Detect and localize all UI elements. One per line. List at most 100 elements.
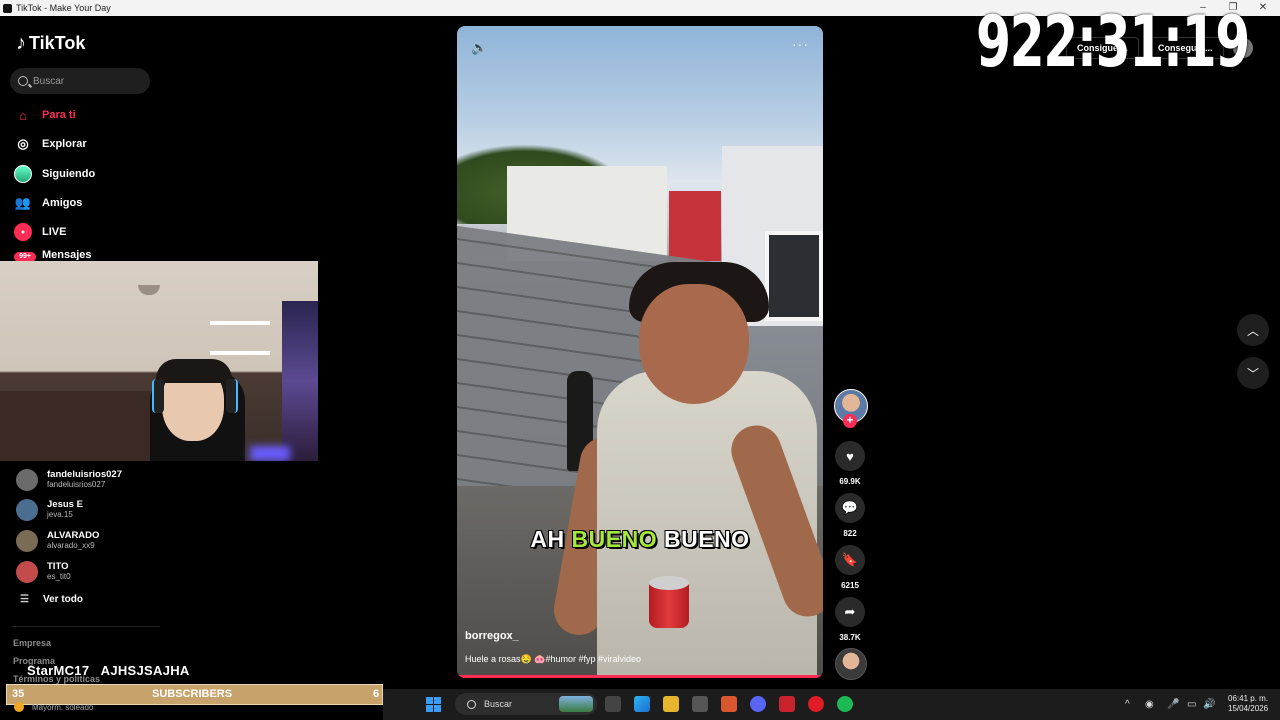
sidebar-item-explorar[interactable]: ◎ Explorar: [14, 133, 87, 155]
caption-word: AH: [530, 526, 565, 552]
following-name: fandeluisrios027: [47, 469, 122, 480]
stream-timer: 922:31:19: [976, 1, 1250, 83]
music-disc-avatar[interactable]: [835, 648, 867, 680]
following-name: ALVARADO: [47, 530, 100, 541]
chevron-up-icon: ︿: [1246, 323, 1259, 338]
video-progress-bar[interactable]: [457, 675, 823, 678]
chat-username: StarMC17: [27, 663, 90, 678]
following-username: alvarado_xx9: [47, 541, 95, 550]
clock-time: 06:41 p. m.: [1228, 694, 1269, 703]
avatar: [16, 561, 38, 583]
sidebar-item-live[interactable]: ● LIVE: [14, 221, 66, 243]
previous-video-button[interactable]: ︿: [1237, 314, 1269, 346]
like-button[interactable]: ♥ 69.9K: [834, 441, 866, 486]
following-item[interactable]: Jesus E jeva.15: [16, 496, 83, 524]
save-button[interactable]: 🔖 6215: [834, 545, 866, 590]
comment-count: 822: [843, 529, 857, 538]
sidebar-item-label: Amigos: [42, 197, 83, 209]
avatar: [16, 499, 38, 521]
spotify-icon[interactable]: [837, 696, 853, 712]
share-icon: ➦: [835, 597, 865, 627]
app-icon[interactable]: [721, 696, 737, 712]
chevron-up-icon[interactable]: ^: [1125, 699, 1130, 710]
more-options-icon[interactable]: ···: [792, 36, 809, 52]
tiktok-logo[interactable]: ♪ TikTok: [16, 32, 85, 55]
avatar-icon: [14, 165, 32, 183]
search-icon: [467, 699, 476, 709]
friends-icon: 👥: [14, 195, 32, 210]
search-placeholder: Buscar: [33, 75, 65, 87]
task-view-icon[interactable]: [605, 696, 621, 712]
see-all-label: Ver todo: [42, 594, 83, 605]
following-username: fandeluisrios027: [47, 480, 106, 489]
sidebar-item-label: Para ti: [42, 109, 76, 121]
see-all-button[interactable]: ☰ Ver todo: [20, 594, 83, 605]
clock-date: 15/04/2026: [1228, 704, 1269, 713]
chevron-down-icon: ﹀: [1246, 366, 1259, 381]
footer-link-empresa[interactable]: Empresa: [13, 638, 51, 648]
sidebar-item-siguiendo[interactable]: Siguiendo: [14, 163, 95, 185]
chat-message: StarMC17 AJHSJSAJHA: [27, 663, 190, 678]
live-icon: ●: [14, 223, 32, 241]
microphone-icon[interactable]: 🎤: [1167, 699, 1179, 710]
sidebar-item-amigos[interactable]: 👥 Amigos: [14, 192, 82, 214]
sidebar-item-label: LIVE: [42, 226, 67, 238]
following-name: TITO: [47, 561, 69, 572]
discord-icon[interactable]: [750, 696, 766, 712]
sidebar-item-para-ti[interactable]: ⌂ Para ti: [14, 104, 76, 126]
subs-label: SUBSCRIBERS: [152, 688, 233, 700]
volume-icon[interactable]: 🔈: [471, 40, 487, 56]
video-author[interactable]: borregox_: [465, 630, 519, 642]
close-icon[interactable]: ✕: [1248, 0, 1278, 16]
edge-icon[interactable]: [634, 696, 650, 712]
opera-icon[interactable]: [808, 696, 824, 712]
share-count: 38.7K: [839, 633, 861, 642]
video-description: Huele a rosas🤤 🐽#humor #fyp #viralvideo: [465, 654, 641, 664]
bookmark-icon: 🔖: [835, 545, 865, 575]
following-item[interactable]: TITO es_tit0: [16, 558, 71, 586]
volume-icon[interactable]: 🔊: [1203, 699, 1215, 710]
avatar: [16, 469, 38, 491]
following-item[interactable]: fandeluisrios027 fandeluisrios027: [16, 466, 122, 494]
comment-button[interactable]: 💬 822: [834, 493, 866, 538]
window-title: TikTok - Make Your Day: [16, 3, 111, 13]
lamp: [138, 285, 160, 295]
like-count: 69.9K: [839, 477, 861, 486]
following-item[interactable]: ALVARADO alvarado_xx9: [16, 527, 99, 555]
store-icon[interactable]: [692, 696, 708, 712]
avatar: [16, 530, 38, 552]
divider: [12, 626, 160, 627]
search-input[interactable]: Buscar: [10, 68, 150, 94]
compass-icon: ◎: [17, 136, 29, 151]
windows-start-icon[interactable]: [426, 697, 441, 712]
tray-app-icon[interactable]: ◉: [1145, 699, 1154, 710]
sun-icon: [14, 702, 24, 712]
following-name: Jesus E: [47, 499, 83, 510]
weather-widget[interactable]: Mayorm. soleado: [14, 702, 93, 712]
follow-plus-icon[interactable]: +: [843, 414, 857, 428]
video-player[interactable]: AH BUENO BUENO 🔈 ··· borregox_ Huele a r…: [457, 26, 823, 678]
logo-text: TikTok: [29, 33, 86, 53]
windows-taskbar: Buscar ^ ◉ 🎤 ▭ 🔊 06:41 p. m. 15/04/2026: [383, 689, 1280, 720]
taskbar-search-label: Buscar: [484, 699, 513, 709]
heart-icon: ♥: [835, 441, 865, 471]
search-highlight-image: [559, 696, 593, 712]
network-icon[interactable]: ▭: [1187, 699, 1196, 710]
video-caption: AH BUENO BUENO: [457, 526, 823, 553]
taskbar-search[interactable]: Buscar: [455, 693, 597, 715]
file-explorer-icon[interactable]: [663, 696, 679, 712]
sidebar-item-label: Explorar: [42, 138, 87, 150]
following-username: jeva.15: [47, 510, 73, 519]
sidebar-item-label: Siguiendo: [42, 168, 96, 180]
sidebar-item-label: Mensajes: [42, 250, 92, 260]
save-count: 6215: [841, 581, 859, 590]
share-button[interactable]: ➦ 38.7K: [834, 597, 866, 642]
following-username: es_tit0: [47, 572, 71, 581]
taskbar-clock[interactable]: 06:41 p. m. 15/04/2026: [1228, 694, 1268, 714]
next-video-button[interactable]: ﹀: [1237, 357, 1269, 389]
headset-icon: [152, 379, 164, 413]
search-icon: [18, 76, 28, 86]
recorder-icon[interactable]: [779, 696, 795, 712]
weather-text: Mayorm. soleado: [32, 702, 94, 712]
tiktok-app-icon: [3, 3, 12, 13]
